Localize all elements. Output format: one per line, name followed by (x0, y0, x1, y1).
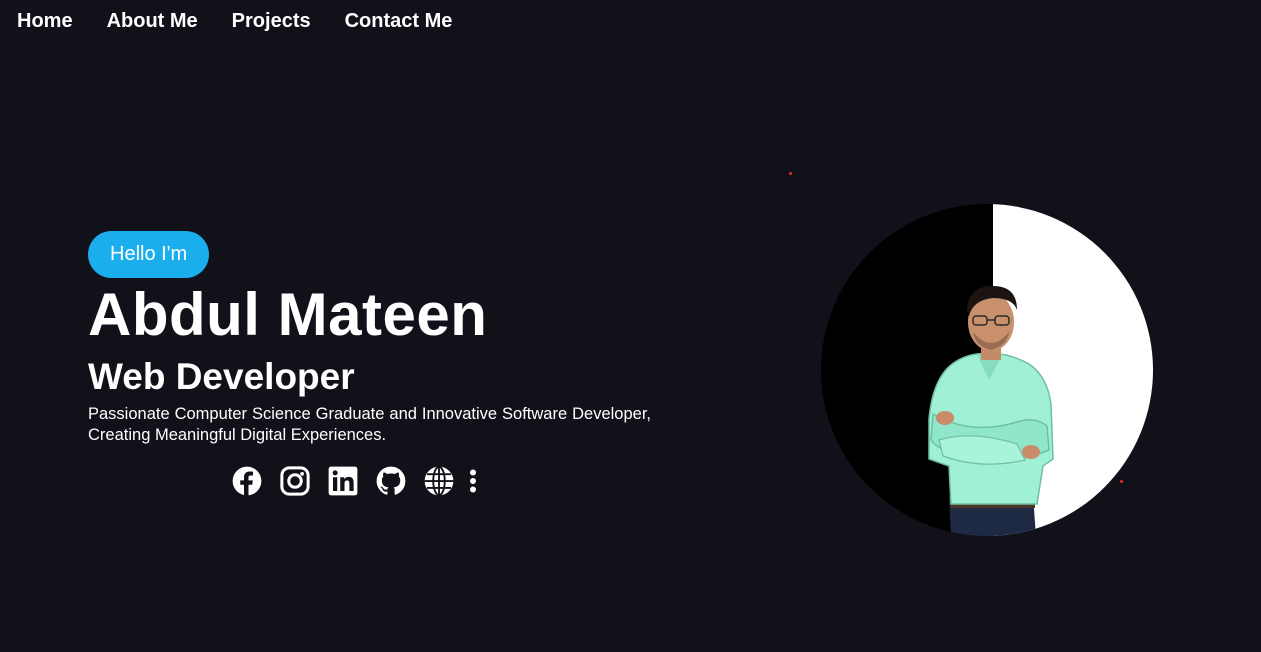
nav-about-link[interactable]: About Me (107, 8, 198, 34)
nav-contact-link[interactable]: Contact Me (345, 8, 453, 34)
greeting-badge: Hello I'm (88, 231, 210, 278)
linkedin-icon[interactable] (328, 466, 358, 496)
more-vertical-icon[interactable] (468, 466, 478, 496)
hero-description: Passionate Computer Science Graduate and… (88, 405, 651, 444)
facebook-icon[interactable] (232, 466, 262, 496)
profile-photo (821, 204, 1153, 536)
decorative-dot (789, 172, 792, 175)
github-icon[interactable] (376, 466, 406, 496)
nav-projects-link[interactable]: Projects (232, 8, 311, 34)
nav-home-link[interactable]: Home (17, 8, 73, 34)
instagram-icon[interactable] (280, 466, 310, 496)
globe-icon[interactable] (424, 466, 454, 496)
hero-name: Abdul Mateen (88, 281, 488, 348)
main-nav: Home About Me Projects Contact Me (17, 8, 486, 34)
hero-role: Web Developer (88, 356, 355, 397)
hero-section: Hello I'm Abdul Mateen Web Developer Pas… (88, 231, 651, 446)
person-figure (928, 286, 1054, 536)
social-links (232, 466, 478, 496)
